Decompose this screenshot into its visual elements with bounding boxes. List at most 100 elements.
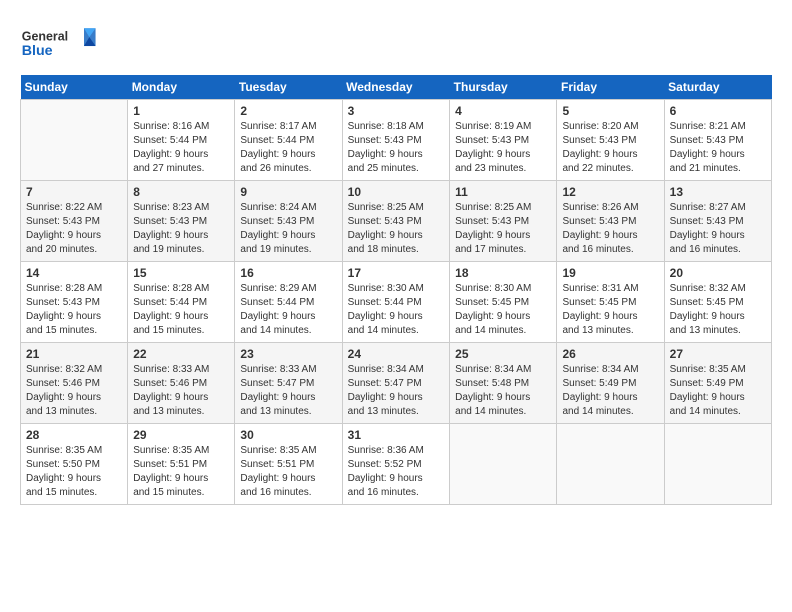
- calendar-week-row: 7 Sunrise: 8:22 AM Sunset: 5:43 PM Daylig…: [21, 181, 772, 262]
- day-number: 29: [133, 428, 229, 442]
- day-number: 15: [133, 266, 229, 280]
- calendar-cell: 5Sunrise: 8:20 AM Sunset: 5:43 PM Daylig…: [557, 100, 664, 181]
- calendar-cell: 9Sunrise: 8:24 AM Sunset: 5:43 PM Daylig…: [235, 181, 342, 262]
- day-number: 14: [26, 266, 122, 280]
- day-info: Sunrise: 8:21 AM Sunset: 5:43 PM Dayligh…: [670, 120, 766, 176]
- calendar-cell: [557, 424, 664, 505]
- day-info: Sunrise: 8:19 AM Sunset: 5:43 PM Dayligh…: [455, 120, 551, 176]
- weekday-header-saturday: Saturday: [664, 75, 771, 100]
- day-info: Sunrise: 8:30 AM Sunset: 5:45 PM Dayligh…: [455, 282, 551, 338]
- calendar-cell: 25 Sunrise: 8:34 AM Sunset: 5:48 PM Dayli…: [450, 343, 557, 424]
- day-number: 27: [670, 347, 766, 361]
- calendar-cell: 31Sunrise: 8:36 AM Sunset: 5:52 PM Dayli…: [342, 424, 450, 505]
- weekday-header-friday: Friday: [557, 75, 664, 100]
- day-number: 23: [240, 347, 336, 361]
- svg-text:General: General: [22, 30, 68, 44]
- calendar-cell: 28 Sunrise: 8:35 AM Sunset: 5:50 PM Dayli…: [21, 424, 128, 505]
- calendar-cell: 27 Sunrise: 8:35 AM Sunset: 5:49 PM Dayli…: [664, 343, 771, 424]
- day-number: 3: [348, 104, 445, 118]
- calendar-cell: 29 Sunrise: 8:35 AM Sunset: 5:51 PM Dayli…: [128, 424, 235, 505]
- day-number: 2: [240, 104, 336, 118]
- day-info: Sunrise: 8:34 AM Sunset: 5:48 PM Dayligh…: [455, 363, 551, 419]
- day-info: Sunrise: 8:34 AM Sunset: 5:47 PM Dayligh…: [348, 363, 445, 419]
- day-info: Sunrise: 8:30 AM Sunset: 5:44 PM Dayligh…: [348, 282, 445, 338]
- calendar-cell: 20 Sunrise: 8:32 AM Sunset: 5:45 PM Dayli…: [664, 262, 771, 343]
- day-number: 25: [455, 347, 551, 361]
- day-info: Sunrise: 8:32 AM Sunset: 5:45 PM Dayligh…: [670, 282, 766, 338]
- day-info: Sunrise: 8:35 AM Sunset: 5:51 PM Dayligh…: [240, 444, 336, 500]
- day-info: Sunrise: 8:18 AM Sunset: 5:43 PM Dayligh…: [348, 120, 445, 176]
- day-number: 21: [26, 347, 122, 361]
- day-info: Sunrise: 8:33 AM Sunset: 5:47 PM Dayligh…: [240, 363, 336, 419]
- day-info: Sunrise: 8:33 AM Sunset: 5:46 PM Dayligh…: [133, 363, 229, 419]
- day-number: 22: [133, 347, 229, 361]
- calendar-cell: 22 Sunrise: 8:33 AM Sunset: 5:46 PM Dayli…: [128, 343, 235, 424]
- calendar-cell: 18 Sunrise: 8:30 AM Sunset: 5:45 PM Dayli…: [450, 262, 557, 343]
- calendar-cell: 3 Sunrise: 8:18 AM Sunset: 5:43 PM Daylig…: [342, 100, 450, 181]
- page: General Blue SundayMondayTuesdayWednesda…: [0, 0, 792, 612]
- day-info: Sunrise: 8:28 AM Sunset: 5:44 PM Dayligh…: [133, 282, 229, 338]
- day-info: Sunrise: 8:35 AM Sunset: 5:50 PM Dayligh…: [26, 444, 122, 500]
- weekday-header-tuesday: Tuesday: [235, 75, 342, 100]
- calendar-cell: 15 Sunrise: 8:28 AM Sunset: 5:44 PM Dayli…: [128, 262, 235, 343]
- day-number: 24: [348, 347, 445, 361]
- day-number: 31: [348, 428, 445, 442]
- calendar-cell: 21 Sunrise: 8:32 AM Sunset: 5:46 PM Dayli…: [21, 343, 128, 424]
- calendar-cell: 23 Sunrise: 8:33 AM Sunset: 5:47 PM Dayli…: [235, 343, 342, 424]
- calendar-cell: 12 Sunrise: 8:26 AM Sunset: 5:43 PM Dayli…: [557, 181, 664, 262]
- calendar-cell: 6 Sunrise: 8:21 AM Sunset: 5:43 PM Daylig…: [664, 100, 771, 181]
- day-number: 28: [26, 428, 122, 442]
- calendar-week-row: 1Sunrise: 8:16 AM Sunset: 5:44 PM Daylig…: [21, 100, 772, 181]
- calendar-cell: [21, 100, 128, 181]
- calendar-cell: 24 Sunrise: 8:34 AM Sunset: 5:47 PM Dayli…: [342, 343, 450, 424]
- day-number: 26: [562, 347, 658, 361]
- calendar-cell: 16Sunrise: 8:29 AM Sunset: 5:44 PM Dayli…: [235, 262, 342, 343]
- day-number: 12: [562, 185, 658, 199]
- day-info: Sunrise: 8:32 AM Sunset: 5:46 PM Dayligh…: [26, 363, 122, 419]
- day-info: Sunrise: 8:25 AM Sunset: 5:43 PM Dayligh…: [348, 201, 445, 257]
- weekday-header-wednesday: Wednesday: [342, 75, 450, 100]
- day-info: Sunrise: 8:17 AM Sunset: 5:44 PM Dayligh…: [240, 120, 336, 176]
- calendar-week-row: 28 Sunrise: 8:35 AM Sunset: 5:50 PM Dayli…: [21, 424, 772, 505]
- calendar-cell: 11 Sunrise: 8:25 AM Sunset: 5:43 PM Dayli…: [450, 181, 557, 262]
- day-info: Sunrise: 8:20 AM Sunset: 5:43 PM Dayligh…: [562, 120, 658, 176]
- logo: General Blue: [20, 20, 100, 65]
- logo-svg: General Blue: [20, 20, 100, 65]
- calendar-cell: 10 Sunrise: 8:25 AM Sunset: 5:43 PM Dayli…: [342, 181, 450, 262]
- day-info: Sunrise: 8:22 AM Sunset: 5:43 PM Dayligh…: [26, 201, 122, 257]
- day-info: Sunrise: 8:35 AM Sunset: 5:49 PM Dayligh…: [670, 363, 766, 419]
- calendar-cell: 14 Sunrise: 8:28 AM Sunset: 5:43 PM Dayli…: [21, 262, 128, 343]
- day-number: 8: [133, 185, 229, 199]
- day-info: Sunrise: 8:29 AM Sunset: 5:44 PM Dayligh…: [240, 282, 336, 338]
- weekday-header-monday: Monday: [128, 75, 235, 100]
- day-number: 7: [26, 185, 122, 199]
- calendar-cell: 2 Sunrise: 8:17 AM Sunset: 5:44 PM Daylig…: [235, 100, 342, 181]
- calendar-cell: 30Sunrise: 8:35 AM Sunset: 5:51 PM Dayli…: [235, 424, 342, 505]
- day-info: Sunrise: 8:31 AM Sunset: 5:45 PM Dayligh…: [562, 282, 658, 338]
- day-info: Sunrise: 8:35 AM Sunset: 5:51 PM Dayligh…: [133, 444, 229, 500]
- day-info: Sunrise: 8:24 AM Sunset: 5:43 PM Dayligh…: [240, 201, 336, 257]
- day-number: 10: [348, 185, 445, 199]
- calendar-cell: 26Sunrise: 8:34 AM Sunset: 5:49 PM Dayli…: [557, 343, 664, 424]
- day-number: 17: [348, 266, 445, 280]
- day-info: Sunrise: 8:28 AM Sunset: 5:43 PM Dayligh…: [26, 282, 122, 338]
- day-info: Sunrise: 8:25 AM Sunset: 5:43 PM Dayligh…: [455, 201, 551, 257]
- day-number: 18: [455, 266, 551, 280]
- calendar-cell: [450, 424, 557, 505]
- day-number: 6: [670, 104, 766, 118]
- day-number: 1: [133, 104, 229, 118]
- day-number: 19: [562, 266, 658, 280]
- weekday-header-row: SundayMondayTuesdayWednesdayThursdayFrid…: [21, 75, 772, 100]
- weekday-header-sunday: Sunday: [21, 75, 128, 100]
- calendar-cell: 4 Sunrise: 8:19 AM Sunset: 5:43 PM Daylig…: [450, 100, 557, 181]
- calendar-cell: [664, 424, 771, 505]
- calendar-cell: 17 Sunrise: 8:30 AM Sunset: 5:44 PM Dayli…: [342, 262, 450, 343]
- day-number: 4: [455, 104, 551, 118]
- calendar-cell: 19 Sunrise: 8:31 AM Sunset: 5:45 PM Dayli…: [557, 262, 664, 343]
- day-number: 11: [455, 185, 551, 199]
- day-info: Sunrise: 8:26 AM Sunset: 5:43 PM Dayligh…: [562, 201, 658, 257]
- calendar-cell: 8Sunrise: 8:23 AM Sunset: 5:43 PM Daylig…: [128, 181, 235, 262]
- day-number: 20: [670, 266, 766, 280]
- day-info: Sunrise: 8:27 AM Sunset: 5:43 PM Dayligh…: [670, 201, 766, 257]
- calendar-cell: 13Sunrise: 8:27 AM Sunset: 5:43 PM Dayli…: [664, 181, 771, 262]
